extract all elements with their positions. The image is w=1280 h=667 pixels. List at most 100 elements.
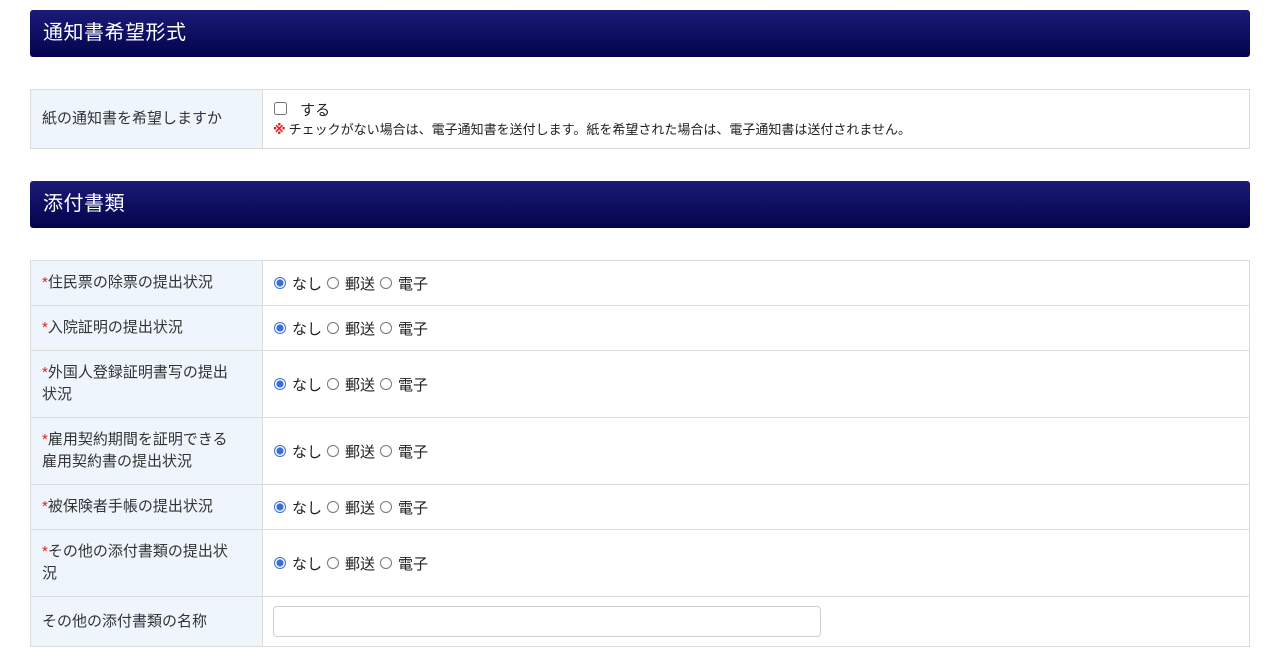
attachment-row: *雇用契約期間を証明できる雇用契約書の提出状況 なし 郵送 電子 bbox=[30, 417, 1250, 485]
submission-option-label: なし bbox=[292, 320, 323, 338]
submission-radio-group: なし 郵送 電子 bbox=[273, 496, 1239, 518]
submission-option[interactable]: なし bbox=[273, 273, 322, 294]
submission-option[interactable]: なし bbox=[273, 374, 322, 395]
submission-option[interactable]: 電子 bbox=[379, 273, 428, 294]
other-attachment-name-input[interactable] bbox=[273, 606, 821, 637]
attachment-row-label: *外国人登録証明書写の提出状況 bbox=[30, 350, 263, 418]
submission-option-label: 電子 bbox=[398, 376, 429, 394]
paper-notice-note: ※ チェックがない場合は、電子通知書を送付します。紙を希望された場合は、電子通知書… bbox=[273, 120, 1239, 140]
attachment-row: *外国人登録証明書写の提出状況 なし 郵送 電子 bbox=[30, 350, 1250, 418]
submission-radio[interactable] bbox=[380, 501, 393, 513]
submission-option[interactable]: なし bbox=[273, 441, 322, 462]
submission-option[interactable]: 電子 bbox=[379, 497, 428, 518]
section-header-attachments: 添付書類 bbox=[30, 181, 1250, 228]
submission-option[interactable]: 電子 bbox=[379, 374, 428, 395]
other-attachment-name-label: その他の添付書類の名称 bbox=[30, 596, 263, 647]
attachment-row: *住民票の除票の提出状況 なし 郵送 電子 bbox=[30, 260, 1250, 306]
submission-option-label: なし bbox=[292, 499, 323, 517]
submission-radio[interactable] bbox=[380, 557, 393, 569]
attachment-row-label-text: 雇用契約期間を証明できる雇用契約書の提出状況 bbox=[42, 431, 228, 470]
submission-radio[interactable] bbox=[274, 277, 286, 289]
submission-option[interactable]: なし bbox=[273, 553, 322, 574]
paper-notice-option[interactable]: する bbox=[273, 99, 330, 120]
submission-option-label: 郵送 bbox=[345, 275, 376, 293]
submission-radio[interactable] bbox=[380, 378, 393, 390]
submission-radio[interactable] bbox=[327, 445, 340, 457]
submission-option-label: 電子 bbox=[398, 555, 429, 573]
attachment-row-label: *雇用契約期間を証明できる雇用契約書の提出状況 bbox=[30, 417, 263, 485]
submission-radio-group: なし 郵送 電子 bbox=[273, 552, 1239, 574]
attachment-row-label-text: 住民票の除票の提出状況 bbox=[47, 274, 213, 291]
submission-radio[interactable] bbox=[327, 557, 340, 569]
attachment-row-label-text: その他の添付書類の提出状況 bbox=[42, 543, 228, 582]
submission-radio[interactable] bbox=[274, 378, 286, 390]
submission-option[interactable]: 郵送 bbox=[326, 273, 375, 294]
paper-notice-label: 紙の通知書を希望しますか bbox=[30, 89, 263, 149]
submission-radio[interactable] bbox=[380, 322, 393, 334]
attachment-row-options: なし 郵送 電子 bbox=[262, 305, 1250, 351]
submission-radio[interactable] bbox=[274, 322, 286, 334]
submission-radio[interactable] bbox=[274, 557, 286, 569]
attachment-row-options: なし 郵送 電子 bbox=[262, 417, 1250, 485]
attachment-row: *その他の添付書類の提出状況 なし 郵送 電子 bbox=[30, 529, 1250, 597]
submission-option[interactable]: なし bbox=[273, 318, 322, 339]
attachment-row-options: なし 郵送 電子 bbox=[262, 529, 1250, 597]
submission-radio[interactable] bbox=[274, 445, 286, 457]
submission-option[interactable]: 郵送 bbox=[326, 553, 375, 574]
attachment-row-label: *被保険者手帳の提出状況 bbox=[30, 484, 263, 530]
submission-radio[interactable] bbox=[380, 277, 393, 289]
submission-option-label: なし bbox=[292, 275, 323, 293]
other-attachment-name-row: その他の添付書類の名称 bbox=[30, 596, 1250, 647]
submission-option[interactable]: 電子 bbox=[379, 318, 428, 339]
submission-radio[interactable] bbox=[327, 277, 340, 289]
attachment-row-label-text: 外国人登録証明書写の提出状況 bbox=[42, 364, 228, 403]
submission-radio[interactable] bbox=[327, 501, 340, 513]
note-mark: ※ bbox=[273, 122, 286, 137]
paper-notice-option-label: する bbox=[300, 101, 331, 119]
submission-option[interactable]: 郵送 bbox=[326, 374, 375, 395]
notice-format-table: 紙の通知書を希望しますか する ※ チェックがない場合は、電子通知書を送付します。… bbox=[30, 89, 1250, 149]
submission-radio-group: なし 郵送 電子 bbox=[273, 272, 1239, 294]
submission-option-label: なし bbox=[292, 555, 323, 573]
page-content: 通知書希望形式 紙の通知書を希望しますか する ※ チェックがない場合は、電子通知… bbox=[30, 0, 1250, 647]
paper-notice-value: する ※ チェックがない場合は、電子通知書を送付します。紙を希望された場合は、電子… bbox=[262, 89, 1250, 149]
attachment-row-options: なし 郵送 電子 bbox=[262, 484, 1250, 530]
attachment-row: *被保険者手帳の提出状況 なし 郵送 電子 bbox=[30, 484, 1250, 530]
paper-notice-row: 紙の通知書を希望しますか する ※ チェックがない場合は、電子通知書を送付します。… bbox=[30, 89, 1250, 149]
submission-radio-group: なし 郵送 電子 bbox=[273, 317, 1239, 339]
other-attachment-name-value bbox=[262, 596, 1250, 647]
submission-option[interactable]: 電子 bbox=[379, 441, 428, 462]
submission-option-label: 郵送 bbox=[345, 376, 376, 394]
submission-option-label: 電子 bbox=[398, 320, 429, 338]
submission-option-label: 郵送 bbox=[345, 320, 376, 338]
submission-option-label: 電子 bbox=[398, 275, 429, 293]
submission-option-label: 郵送 bbox=[345, 555, 376, 573]
submission-radio[interactable] bbox=[274, 501, 286, 513]
note-text: チェックがない場合は、電子通知書を送付します。紙を希望された場合は、電子通知書は… bbox=[288, 122, 911, 137]
submission-option[interactable]: 郵送 bbox=[326, 318, 375, 339]
attachments-table: *住民票の除票の提出状況 なし 郵送 電子 *入院証明の提出状況 なし 郵送 電子 *外国人登録… bbox=[30, 260, 1250, 647]
submission-option[interactable]: 電子 bbox=[379, 553, 428, 574]
section-header-notice-format: 通知書希望形式 bbox=[30, 10, 1250, 57]
submission-option-label: なし bbox=[292, 376, 323, 394]
attachment-row-label: *住民票の除票の提出状況 bbox=[30, 260, 263, 306]
submission-radio-group: なし 郵送 電子 bbox=[273, 373, 1239, 395]
submission-option-label: なし bbox=[292, 443, 323, 461]
attachment-row-label-text: 入院証明の提出状況 bbox=[47, 319, 183, 336]
submission-option-label: 郵送 bbox=[345, 499, 376, 517]
submission-option[interactable]: 郵送 bbox=[326, 497, 375, 518]
attachment-row-options: なし 郵送 電子 bbox=[262, 350, 1250, 418]
attachment-row-label: *その他の添付書類の提出状況 bbox=[30, 529, 263, 597]
submission-radio[interactable] bbox=[327, 378, 340, 390]
attachment-row-options: なし 郵送 電子 bbox=[262, 260, 1250, 306]
submission-option-label: 電子 bbox=[398, 499, 429, 517]
submission-radio[interactable] bbox=[380, 445, 393, 457]
submission-radio[interactable] bbox=[327, 322, 340, 334]
attachments-table-body: *住民票の除票の提出状況 なし 郵送 電子 *入院証明の提出状況 なし 郵送 電子 *外国人登録… bbox=[30, 260, 1250, 647]
paper-notice-checkbox[interactable] bbox=[274, 101, 287, 115]
attachment-row-label: *入院証明の提出状況 bbox=[30, 305, 263, 351]
submission-option-label: 郵送 bbox=[345, 443, 376, 461]
attachment-row: *入院証明の提出状況 なし 郵送 電子 bbox=[30, 305, 1250, 351]
submission-option[interactable]: なし bbox=[273, 497, 322, 518]
submission-option[interactable]: 郵送 bbox=[326, 441, 375, 462]
